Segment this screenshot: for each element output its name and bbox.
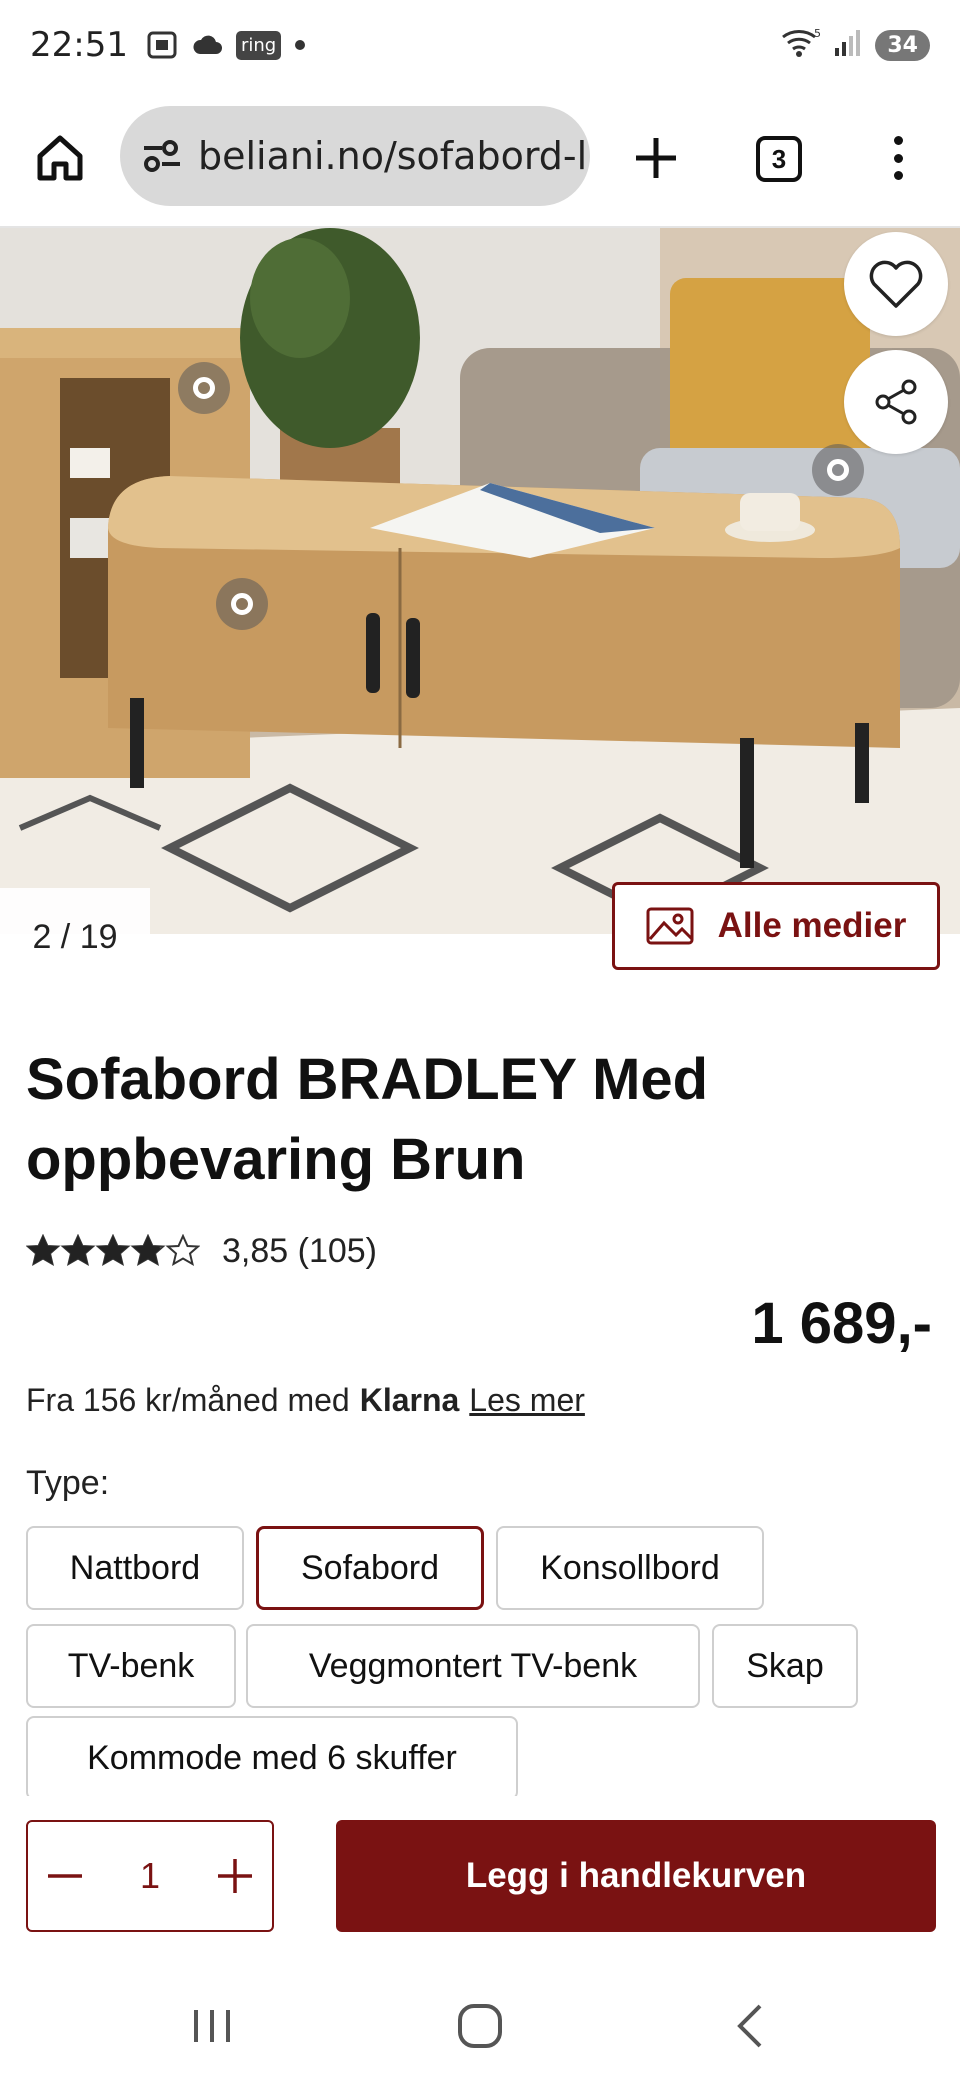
home-button[interactable]	[32, 130, 88, 186]
image-icon	[646, 907, 694, 945]
home-icon	[37, 135, 83, 181]
url-text: beliani.no/sofabord-l	[198, 134, 588, 178]
back-icon	[737, 2004, 762, 2048]
system-navigation-bar	[0, 1966, 960, 2080]
battery-indicator: 34	[875, 29, 930, 61]
status-time: 22:51	[30, 25, 128, 65]
quantity-stepper: 1	[26, 1820, 274, 1932]
wifi-badge: 5	[814, 27, 821, 40]
type-option-konsollbord[interactable]: Konsollbord	[496, 1526, 764, 1610]
star-icon	[26, 1234, 61, 1267]
plus-icon	[218, 1859, 252, 1893]
type-option-tv-benk[interactable]: TV-benk	[26, 1624, 236, 1708]
product-rating[interactable]: 3,85 (105)	[26, 1226, 377, 1276]
recents-button[interactable]	[182, 1996, 242, 2056]
heart-icon	[869, 260, 923, 308]
add-to-cart-button[interactable]: Legg i handlekurven	[336, 1820, 936, 1932]
site-settings-icon[interactable]	[140, 134, 184, 178]
share-icon	[875, 379, 917, 425]
decrease-quantity-button[interactable]	[44, 1855, 86, 1897]
back-button[interactable]	[722, 1996, 782, 2056]
klarna-read-more-link[interactable]: Les mer	[469, 1382, 585, 1419]
product-image-gallery[interactable]	[0, 228, 960, 934]
rating-text: 3,85 (105)	[222, 1231, 377, 1270]
klarna-financing: Fra 156 kr/måned med Klarna Les mer	[26, 1382, 585, 1419]
tabs-button[interactable]: 3	[756, 136, 802, 182]
klarna-text: Fra 156 kr/måned med	[26, 1382, 350, 1418]
screenshot-icon	[146, 30, 178, 60]
home-nav-button[interactable]	[450, 1996, 510, 2056]
product-photo	[0, 228, 960, 934]
notification-dot-icon	[295, 40, 306, 50]
type-label: Type:	[26, 1464, 110, 1502]
add-to-cart-bar: 1 Legg i handlekurven	[0, 1796, 960, 1966]
browser-toolbar: beliani.no/sofabord-l 3	[0, 90, 960, 228]
increase-quantity-button[interactable]	[214, 1855, 256, 1897]
star-icon	[165, 1234, 200, 1267]
klarna-logo: Klarna	[359, 1382, 460, 1418]
product-price: 1 689,-	[751, 1291, 932, 1356]
hotspot-marker[interactable]	[812, 444, 864, 496]
tab-count: 3	[771, 143, 787, 174]
type-option-veggmontert-tv-benk[interactable]: Veggmontert TV-benk	[246, 1624, 700, 1708]
type-option-skap[interactable]: Skap	[712, 1624, 858, 1708]
gallery-counter: 2 / 19	[0, 888, 150, 986]
status-bar: 22:51 ring 5 34	[0, 0, 960, 90]
cloud-icon	[192, 34, 222, 56]
type-option-sofabord[interactable]: Sofabord	[256, 1526, 484, 1610]
address-bar[interactable]: beliani.no/sofabord-l	[120, 106, 590, 206]
minus-icon	[48, 1874, 82, 1878]
hotspot-marker[interactable]	[216, 578, 268, 630]
type-option-nattbord[interactable]: Nattbord	[26, 1526, 244, 1610]
plus-icon	[636, 138, 676, 178]
hotspot-marker[interactable]	[178, 362, 230, 414]
menu-icon[interactable]	[878, 130, 918, 186]
signal-icon	[833, 28, 863, 62]
new-tab-button[interactable]	[628, 130, 684, 186]
share-button[interactable]	[844, 350, 948, 454]
ring-app-icon: ring	[235, 30, 282, 60]
favorite-button[interactable]	[844, 232, 948, 336]
star-icon	[60, 1234, 96, 1267]
all-media-button[interactable]: Alle medier	[612, 882, 940, 970]
all-media-label: Alle medier	[717, 906, 907, 945]
rating-stars	[26, 1234, 200, 1267]
product-title: Sofabord BRADLEY Med oppbevaring Brun	[26, 1047, 709, 1192]
star-icon	[130, 1234, 166, 1267]
home-circle-icon	[458, 2004, 502, 2048]
type-option-kommode-med-6-skuffer[interactable]: Kommode med 6 skuffer	[26, 1716, 518, 1800]
recents-icon	[194, 2010, 230, 2042]
star-icon	[95, 1234, 131, 1267]
quantity-value[interactable]: 1	[140, 1855, 160, 1897]
wifi-icon: 5	[781, 27, 821, 63]
